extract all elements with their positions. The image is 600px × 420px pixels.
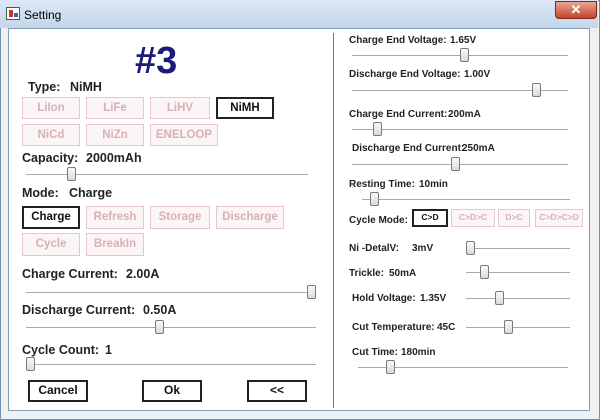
cut-temperature-value: 45C bbox=[437, 322, 456, 333]
discharge-current-value: 0.50A bbox=[143, 303, 177, 317]
resting-time-label: Resting Time: bbox=[349, 179, 415, 190]
mode-button-cycle[interactable]: Cycle bbox=[22, 233, 80, 256]
trickle-thumb[interactable] bbox=[480, 265, 490, 279]
cut-temperature-track bbox=[466, 327, 570, 329]
cycle-count-slider-track bbox=[26, 364, 316, 366]
mode-button-discharge[interactable]: Discharge bbox=[216, 206, 284, 229]
charge-end-current-value: 200mA bbox=[448, 109, 481, 120]
hold-voltage-label: Hold Voltage: bbox=[352, 293, 416, 304]
resting-time-value: 10min bbox=[419, 179, 448, 190]
hold-voltage-value: 1.35V bbox=[420, 293, 447, 304]
capacity-slider-thumb[interactable] bbox=[66, 167, 76, 181]
discharge-end-voltage-value: 1.00V bbox=[464, 69, 491, 80]
cycle-mode-c-d-c-d[interactable]: C>D>C>D bbox=[535, 209, 583, 227]
cancel-button[interactable]: Cancel bbox=[28, 380, 88, 402]
charge-end-voltage-label: Charge End Voltage: bbox=[349, 35, 447, 46]
discharge-end-current-thumb[interactable] bbox=[451, 157, 461, 171]
discharge-end-voltage-thumb[interactable] bbox=[532, 83, 542, 97]
cycle-count-slider-thumb[interactable] bbox=[26, 357, 35, 371]
title-bar[interactable] bbox=[0, 0, 598, 28]
type-button-lihv[interactable]: LiHV bbox=[150, 97, 210, 119]
window-title: Setting bbox=[24, 8, 62, 22]
cycle-mode-c-d-c[interactable]: C>D>C bbox=[451, 209, 495, 227]
capacity-label: Capacity: bbox=[22, 151, 79, 165]
cut-temperature-thumb[interactable] bbox=[504, 320, 513, 334]
cut-time-label: Cut Time: bbox=[352, 347, 398, 358]
type-value: NiMH bbox=[70, 80, 102, 94]
cycle-mode-d-c[interactable]: D>C bbox=[498, 209, 530, 227]
cycle-count-value: 1 bbox=[105, 343, 112, 357]
collapse-button[interactable]: << bbox=[247, 380, 307, 402]
cycle-count-label: Cycle Count: bbox=[22, 343, 100, 357]
discharge-end-current-value: 250mA bbox=[462, 143, 495, 154]
trickle-value: 50mA bbox=[389, 268, 417, 279]
cycle-mode-c-d[interactable]: C>D bbox=[412, 209, 448, 227]
cut-temperature-label: Cut Temperature: bbox=[352, 322, 435, 333]
mode-button-charge[interactable]: Charge bbox=[22, 206, 80, 229]
type-button-liion[interactable]: LiIon bbox=[22, 97, 80, 119]
resting-time-track bbox=[362, 199, 570, 201]
panel-divider bbox=[333, 33, 334, 408]
type-button-eneloop[interactable]: ENELOOP bbox=[150, 124, 218, 146]
type-button-life[interactable]: LiFe bbox=[86, 97, 144, 119]
app-icon bbox=[6, 7, 20, 20]
hold-voltage-thumb[interactable] bbox=[494, 291, 504, 305]
mode-value: Charge bbox=[69, 186, 113, 200]
discharge-end-voltage-label: Discharge End Voltage: bbox=[349, 69, 461, 80]
mode-button-breakin[interactable]: BreakIn bbox=[86, 233, 144, 256]
charge-current-slider-track bbox=[26, 292, 316, 294]
type-button-nimh[interactable]: NiMH bbox=[216, 97, 274, 119]
charge-end-current-track bbox=[352, 129, 568, 131]
trickle-label: Trickle: bbox=[349, 268, 385, 279]
ni-delta-label: Ni -DetalV: bbox=[349, 243, 400, 254]
cut-time-value: 180min bbox=[401, 347, 436, 358]
type-button-nicd[interactable]: NiCd bbox=[22, 124, 80, 146]
charge-current-slider-thumb[interactable] bbox=[307, 285, 316, 299]
charge-end-voltage-thumb[interactable] bbox=[459, 48, 469, 62]
discharge-current-slider-thumb[interactable] bbox=[155, 320, 165, 334]
charge-end-current-label: Charge End Current: bbox=[349, 109, 448, 120]
hold-voltage-track bbox=[466, 298, 570, 300]
cut-time-thumb[interactable] bbox=[386, 360, 396, 374]
type-label: Type: bbox=[28, 80, 61, 94]
mode-button-storage[interactable]: Storage bbox=[150, 206, 210, 229]
ni-delta-thumb[interactable] bbox=[466, 241, 475, 255]
type-button-nizn[interactable]: NiZn bbox=[86, 124, 144, 146]
mode-button-refresh[interactable]: Refresh bbox=[86, 206, 144, 229]
mode-label: Mode: bbox=[22, 186, 59, 200]
cycle-mode-label: Cycle Mode: bbox=[349, 215, 408, 226]
ni-delta-value: 3mV bbox=[412, 243, 434, 254]
charge-end-voltage-value: 1.65V bbox=[450, 35, 477, 46]
close-button[interactable]: ✕ bbox=[555, 1, 597, 19]
charge-current-label: Charge Current: bbox=[22, 267, 118, 281]
channel-number: #3 bbox=[135, 40, 178, 82]
ni-delta-track bbox=[466, 248, 570, 250]
charge-end-current-thumb[interactable] bbox=[372, 122, 382, 136]
discharge-end-current-label: Discharge End Current: bbox=[352, 143, 465, 154]
discharge-current-slider-track bbox=[26, 327, 316, 329]
discharge-current-label: Discharge Current: bbox=[22, 303, 136, 317]
capacity-value: 2000mAh bbox=[86, 151, 142, 165]
charge-current-value: 2.00A bbox=[126, 267, 160, 281]
resting-time-thumb[interactable] bbox=[369, 192, 379, 206]
ok-button[interactable]: Ok bbox=[142, 380, 202, 402]
